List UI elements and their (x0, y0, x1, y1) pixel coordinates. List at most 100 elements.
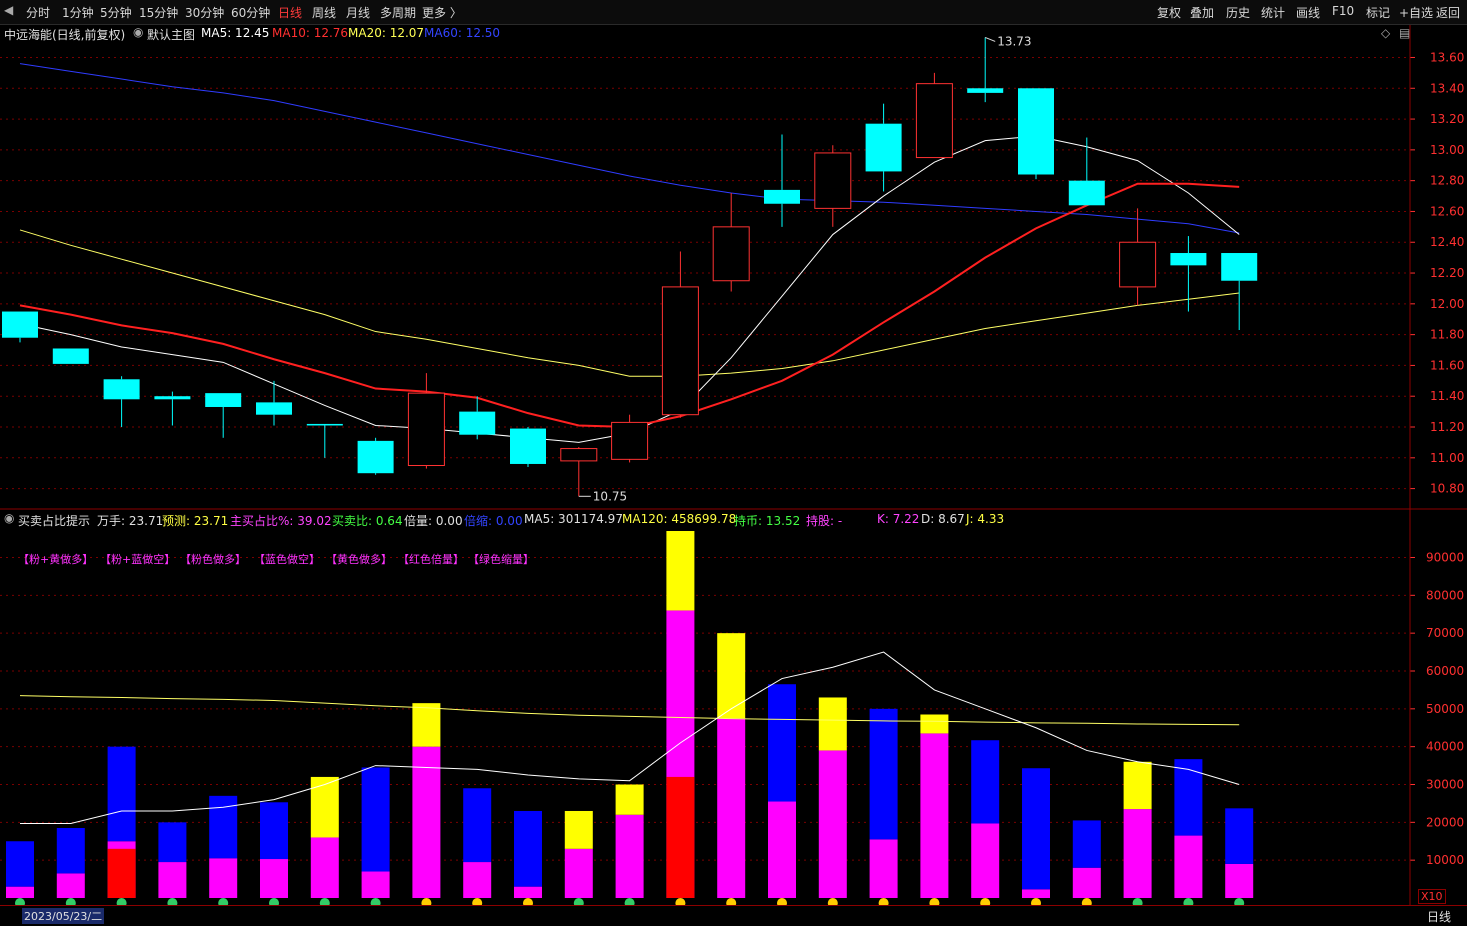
draw-button[interactable]: 画线 (1296, 4, 1320, 21)
candle (103, 376, 140, 428)
signal-marker-icon (726, 898, 737, 905)
tab-5min[interactable]: 5分钟 (100, 4, 132, 21)
candle-body (357, 440, 394, 474)
tab-30min[interactable]: 30分钟 (185, 4, 224, 21)
beiliang-value: 倍量: 0.00 (404, 514, 463, 528)
history-button[interactable]: 历史 (1226, 4, 1250, 21)
volume-bar-stack (920, 714, 949, 898)
menu-collapse-button[interactable]: ◀ (4, 3, 13, 17)
pink-bar-segment (158, 862, 187, 898)
candle (154, 391, 191, 426)
candle-body (154, 396, 191, 400)
low-price-label: 10.75 (593, 489, 627, 503)
pink-bar-segment (56, 873, 85, 898)
blue-bar-segment (361, 767, 390, 872)
candlesticks: 13.73 10.75 (2, 34, 1258, 503)
volume-bar-stack (6, 841, 34, 898)
overlay-button[interactable]: 叠加 (1190, 4, 1214, 21)
tab-60min[interactable]: 60分钟 (231, 4, 270, 21)
candle (814, 145, 852, 227)
price-tick-label: 13.20 (1430, 112, 1464, 126)
zoom-multiplier[interactable]: X10 (1418, 889, 1446, 904)
tab-15min[interactable]: 15分钟 (139, 4, 178, 21)
tab-more[interactable]: 更多 〉 (422, 4, 462, 21)
price-tick-label: 12.60 (1430, 204, 1464, 218)
candle (712, 192, 750, 292)
yellow-bar-segment (666, 531, 695, 611)
signal-marker-icon (370, 898, 381, 905)
tab-weekly[interactable]: 周线 (312, 4, 336, 21)
volume-bar-stack (1123, 761, 1152, 898)
signal-marker-icon (573, 898, 584, 905)
candle-body (611, 421, 649, 460)
chart-canvas[interactable]: 13.73 10.75 10.80 11.00 11.20 11.40 11.60 11.8… (0, 25, 1467, 905)
volume-bar-stack (869, 708, 898, 898)
status-bar: 2023/05/23/二 X10 日线 (0, 889, 1467, 926)
blue-bar-segment (1174, 759, 1203, 836)
blue-bar-segment (107, 746, 136, 842)
volume-bar-stack (463, 788, 492, 898)
price-tick-label: 12.40 (1430, 235, 1464, 249)
j-value: J: 4.33 (966, 512, 1005, 526)
high-pointer (985, 36, 996, 42)
template-label[interactable]: 默认主图 (147, 26, 195, 43)
tab-daily[interactable]: 日线 (278, 4, 302, 21)
volume-tick-label: 20000 (1426, 815, 1464, 829)
ma60-value: MA60: 12.50 (424, 26, 501, 40)
cursor-date: 2023/05/23/二 (22, 908, 105, 924)
signal-marker-icon (675, 898, 686, 905)
candle-body (459, 411, 496, 435)
candle (661, 251, 699, 418)
price-tick-label: 12.00 (1430, 297, 1464, 311)
candle-body (306, 423, 343, 426)
chigu-value: 持股: - (806, 514, 843, 528)
candle (1119, 208, 1157, 306)
signal-marker-icon (624, 898, 635, 905)
signal-marker-icon (319, 898, 330, 905)
red-bar-segment (666, 776, 695, 898)
window-icon[interactable]: ▤ (1399, 26, 1410, 40)
price-tick-label: 13.40 (1430, 81, 1464, 95)
add-watchlist-button[interactable]: +自选 (1399, 4, 1433, 21)
signal-marker-icon (421, 898, 432, 905)
candle-body (103, 379, 140, 400)
candle (1170, 236, 1207, 312)
candle (1068, 137, 1105, 206)
candle-body (1018, 88, 1054, 175)
signal-marker-icon (269, 898, 279, 905)
red-bar-segment (107, 848, 136, 898)
volume-bar-stack (361, 767, 390, 898)
tab-monthly[interactable]: 月线 (346, 4, 370, 21)
stats-button[interactable]: 统计 (1261, 4, 1285, 21)
indicator-name[interactable]: 买卖占比提示 (18, 512, 90, 529)
volume-bar-stack (56, 828, 85, 898)
pink-bar-segment (615, 814, 644, 898)
back-button[interactable]: 返回 (1436, 4, 1460, 21)
pink-bar-segment (209, 858, 238, 898)
candle-body (915, 83, 953, 159)
tab-1min[interactable]: 1分钟 (62, 4, 94, 21)
volume-bar-stack (209, 795, 238, 898)
pink-bar-segment (869, 839, 898, 898)
f10-button[interactable]: F10 (1332, 4, 1354, 18)
candle (1221, 253, 1258, 331)
chibi-value: 持币: 13.52 (734, 514, 801, 528)
indicator-dropdown-icon[interactable]: ◉ (4, 511, 14, 525)
pink-bar-segment (1174, 835, 1203, 898)
signal-marker-icon (472, 898, 483, 905)
pink-bar-segment (514, 886, 542, 898)
mark-button[interactable]: 标记 (1366, 4, 1390, 21)
candle (611, 414, 649, 463)
fuquan-button[interactable]: 复权 (1157, 4, 1181, 21)
expand-icon[interactable]: ◇ (1381, 26, 1390, 40)
tab-fenshi[interactable]: 分时 (26, 4, 50, 21)
tab-multi-period[interactable]: 多周期 (380, 4, 416, 21)
blue-bar-segment (56, 828, 85, 874)
volume-tick-label: 80000 (1426, 588, 1464, 602)
pink-bar-segment (920, 733, 949, 898)
volume-tick-label: 50000 (1426, 702, 1464, 716)
vol-ma120-line (19, 695, 1240, 726)
price-axis: 10.80 11.00 11.20 11.40 11.60 11.80 12.00 12.20… (1410, 50, 1464, 496)
template-dropdown-icon[interactable]: ◉ (133, 25, 143, 39)
pink-bar-segment (463, 862, 492, 898)
